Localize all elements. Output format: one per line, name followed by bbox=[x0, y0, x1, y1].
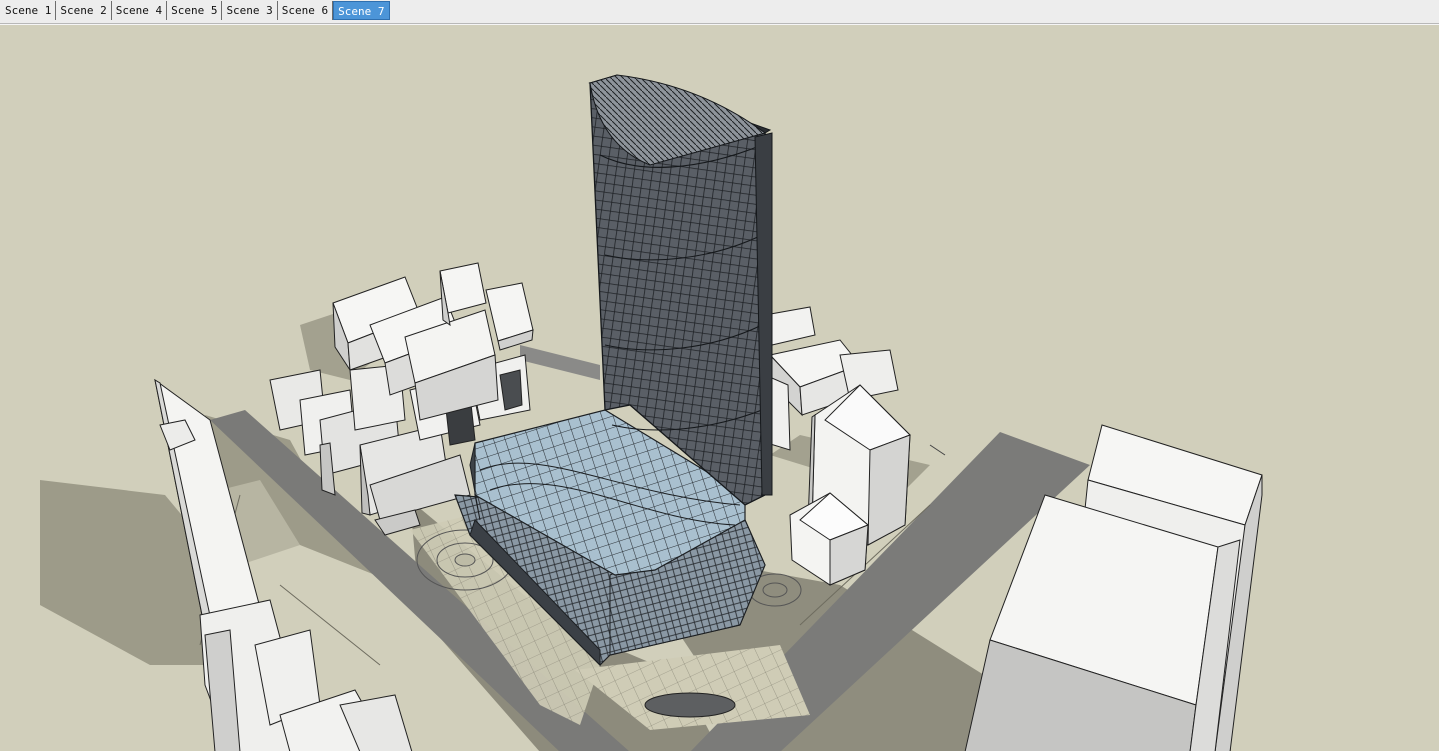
sketchup-window: Scene 1 Scene 2 Scene 4 Scene 5 Scene 3 … bbox=[0, 0, 1439, 751]
tab-scene-1[interactable]: Scene 1 bbox=[1, 1, 57, 20]
model-viewport[interactable] bbox=[0, 24, 1439, 751]
tab-scene-4[interactable]: Scene 4 bbox=[112, 1, 168, 20]
tab-scene-3[interactable]: Scene 3 bbox=[222, 1, 278, 20]
tab-scene-6[interactable]: Scene 6 bbox=[278, 1, 334, 20]
tab-scene-5[interactable]: Scene 5 bbox=[167, 1, 223, 20]
scene-tab-bar: Scene 1 Scene 2 Scene 4 Scene 5 Scene 3 … bbox=[0, 0, 1439, 24]
tab-scene-2[interactable]: Scene 2 bbox=[56, 1, 112, 20]
tab-scene-7[interactable]: Scene 7 bbox=[333, 1, 390, 20]
